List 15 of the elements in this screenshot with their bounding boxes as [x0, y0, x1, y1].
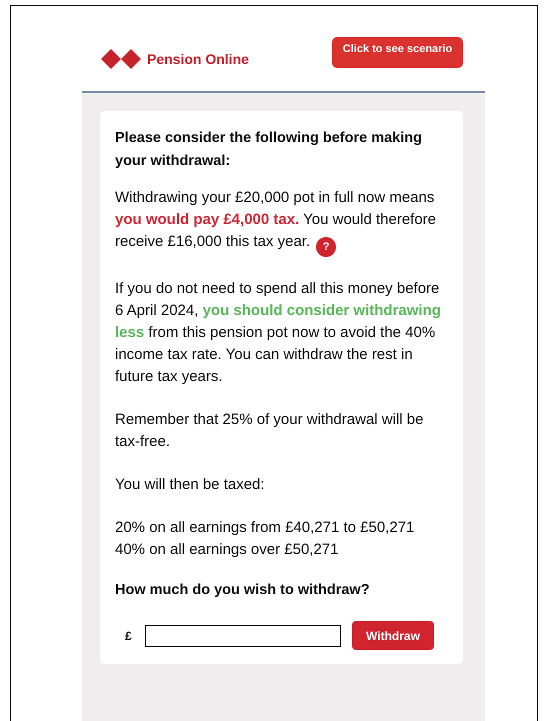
- tax-rate-line: 40% on all earnings over £50,271: [115, 540, 340, 560]
- card-heading: Please consider the following before making your withdrawal:: [115, 129, 423, 171]
- help-button[interactable]: ?: [316, 237, 336, 257]
- diamond-logo-icon: [101, 48, 141, 68]
- tax-rate-line: 20% on all earnings from £40,271 to £50,271: [115, 518, 416, 538]
- brand-name: Pension Online: [147, 50, 249, 66]
- paragraph: If you do not need to spend all this money before 6 April 2024, you should consider withdrawing less from this pension pot now to avoid the 40% income tax rate. You can withdraw the rest in future tax years.: [115, 279, 442, 387]
- currency-symbol: £: [125, 628, 133, 644]
- paragraph: Remember that 25% of your withdrawal will be tax-free.: [115, 410, 424, 452]
- paragraph: You will then be taxed:: [115, 475, 266, 495]
- withdraw-button[interactable]: Withdraw: [352, 621, 434, 650]
- question-label: How much do you wish to withdraw?: [115, 581, 371, 600]
- paragraph: Withdrawing your £20,000 pot in full now means you would pay £4,000 tax. You would therefore receive £16,000 this tax year. ?: [115, 187, 451, 257]
- scenario-button[interactable]: Click to see scenario: [332, 37, 463, 68]
- amount-field[interactable]: [145, 624, 341, 646]
